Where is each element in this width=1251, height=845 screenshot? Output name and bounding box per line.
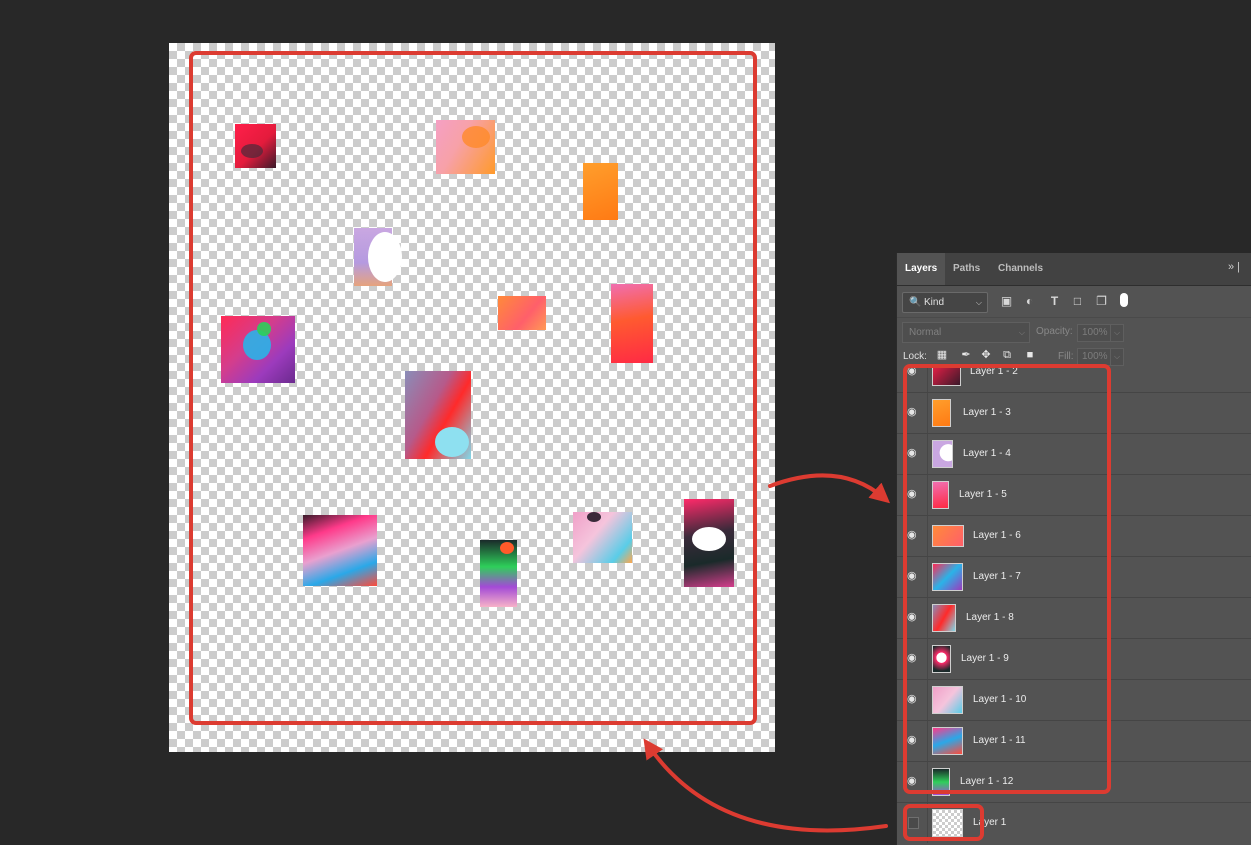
image-filter-icon[interactable]: ▣ [1000, 295, 1013, 308]
tab-channels[interactable]: Channels [990, 253, 1051, 285]
chevron-down-icon: ⌵ [1110, 325, 1123, 341]
tab-layers[interactable]: Layers [897, 253, 946, 285]
lock-move-icon[interactable]: ✥ [980, 349, 992, 362]
lock-label: Lock: [903, 351, 927, 362]
tab-paths[interactable]: Paths [945, 253, 988, 285]
panel-menu-icon[interactable]: » | [1228, 261, 1240, 273]
opacity-field[interactable]: 100% ⌵ [1077, 324, 1124, 342]
opacity-label: Opacity: [1036, 326, 1073, 337]
chevron-down-icon: ⌵ [1110, 349, 1123, 365]
annotation-layers-highlight [903, 364, 1111, 794]
lock-paint-icon[interactable]: ✒ [960, 349, 972, 362]
lock-artboard-icon[interactable]: ⧉ [1001, 349, 1013, 362]
filter-row: 🔍 Kind ⌵ ▣ ◐ T □ ❐ [897, 286, 1251, 316]
blend-opacity-row: Normal ⌵ Opacity: 100% ⌵ [897, 317, 1251, 345]
arrow-to-layers [768, 473, 891, 504]
lock-transparent-icon[interactable]: ▦ [936, 349, 948, 362]
panel-tab-bar: Layers Paths Channels » | [897, 253, 1251, 286]
blend-mode-select[interactable]: Normal ⌵ [902, 322, 1030, 343]
filter-toggle[interactable] [1120, 293, 1128, 307]
shape-filter-icon[interactable]: □ [1071, 295, 1084, 308]
chevron-down-icon: ⌵ [1018, 328, 1025, 337]
annotation-layer1-highlight [903, 804, 984, 841]
filter-kind-select[interactable]: 🔍 Kind ⌵ [902, 292, 988, 313]
chevron-down-icon: ⌵ [975, 298, 982, 307]
arrow-to-canvas [643, 738, 888, 833]
fill-label: Fill: [1058, 351, 1074, 362]
adjustment-filter-icon[interactable]: ◐ [1023, 295, 1036, 308]
type-filter-icon[interactable]: T [1048, 295, 1061, 308]
annotation-canvas-highlight [189, 51, 757, 725]
lock-all-icon[interactable]: ■ [1024, 349, 1036, 362]
search-icon: 🔍 [909, 297, 922, 308]
smart-object-filter-icon[interactable]: ❐ [1095, 295, 1108, 308]
